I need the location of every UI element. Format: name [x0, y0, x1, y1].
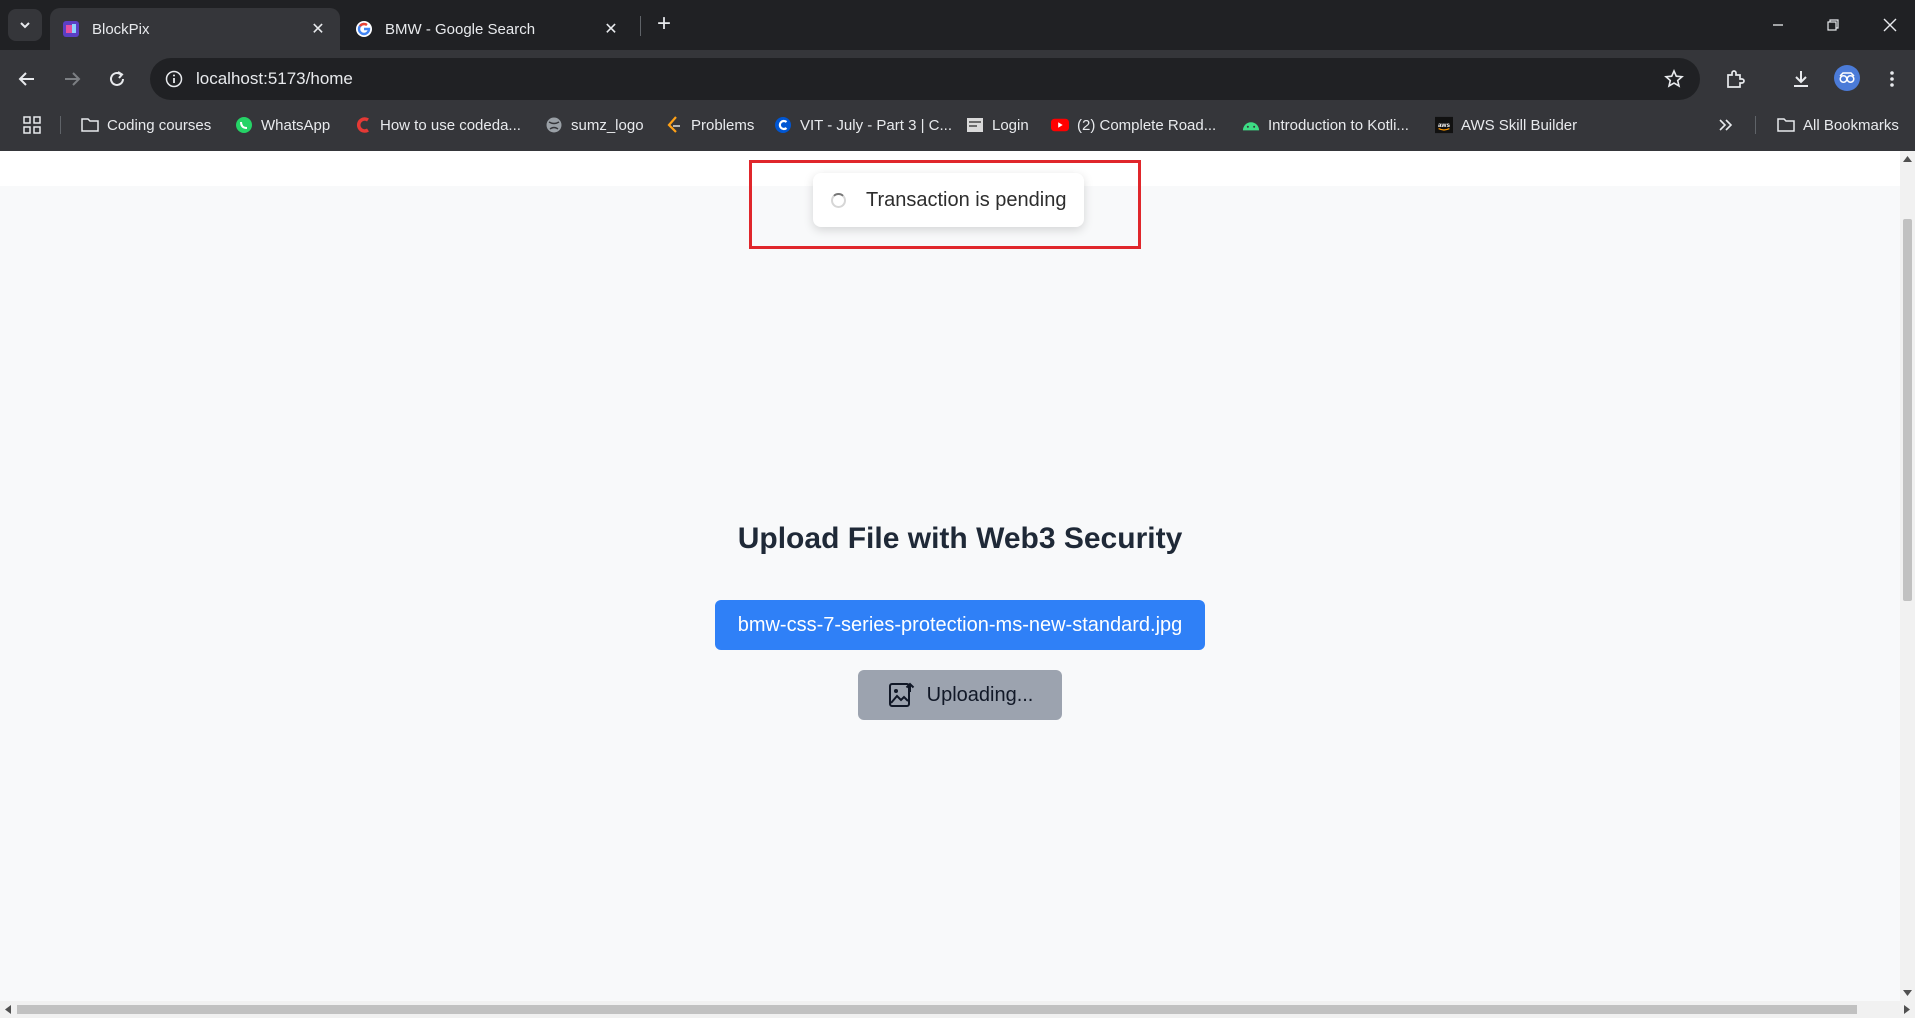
chevron-down-icon: [20, 22, 30, 29]
bookmark-coding-courses[interactable]: Coding courses: [81, 108, 211, 142]
tab-title: BMW - Google Search: [385, 20, 536, 38]
bookmark-login[interactable]: Login: [966, 108, 1029, 142]
bookmark-complete-roadmap[interactable]: (2) Complete Road...: [1051, 108, 1216, 142]
bookmark-codedamn[interactable]: How to use codeda...: [354, 108, 521, 142]
bookmark-label: AWS Skill Builder: [1461, 116, 1578, 134]
whatsapp-icon: [235, 116, 253, 134]
bookmarks-overflow-chevron-icon[interactable]: [1718, 108, 1734, 142]
scroll-right-arrow-icon[interactable]: [1903, 1005, 1911, 1014]
google-icon: [356, 21, 372, 37]
folder-icon: [81, 116, 99, 134]
new-tab-plus-icon[interactable]: +: [651, 12, 677, 38]
bookmark-label: How to use codeda...: [380, 116, 521, 134]
bookmark-label: (2) Complete Road...: [1077, 116, 1217, 134]
tab-blockpix[interactable]: BlockPix ✕: [50, 8, 340, 50]
upload-button-label: Uploading...: [926, 683, 1034, 706]
bookmark-label: VIT - July - Part 3 | C...: [800, 116, 952, 134]
apps-grid-icon[interactable]: [22, 108, 42, 142]
forward-arrow-icon[interactable]: [55, 62, 89, 96]
bookmark-vit-coursera[interactable]: VIT - July - Part 3 | C...: [774, 108, 952, 142]
coursera-icon: [774, 116, 792, 134]
profile-avatar-icon[interactable]: [1834, 65, 1860, 91]
toast-message: Transaction is pending: [866, 188, 1067, 211]
close-tab-icon[interactable]: ✕: [601, 19, 621, 39]
all-bookmarks[interactable]: All Bookmarks: [1777, 108, 1899, 142]
scroll-left-arrow-icon[interactable]: [4, 1005, 12, 1014]
address-bar[interactable]: localhost:5173/home: [150, 58, 1700, 100]
bookmark-star-icon[interactable]: [1662, 67, 1686, 91]
scroll-down-arrow-icon[interactable]: [1903, 989, 1912, 997]
bookmark-sumz-logo[interactable]: sumz_logo: [545, 108, 644, 142]
horizontal-scroll-thumb[interactable]: [17, 1005, 1857, 1014]
bookmark-problems[interactable]: Problems: [665, 108, 754, 142]
upload-button[interactable]: Uploading...: [858, 670, 1062, 720]
bookmark-label: Problems: [691, 116, 755, 134]
login-page-icon: [966, 116, 984, 134]
bookmarks-bar: Coding courses WhatsApp How to use coded…: [0, 108, 1915, 151]
vertical-scrollbar[interactable]: [1900, 151, 1915, 1001]
globe-icon: [545, 116, 563, 134]
transaction-pending-toast: Transaction is pending: [813, 173, 1084, 227]
android-icon: [1242, 116, 1260, 134]
page-content: [0, 151, 1900, 1001]
loading-spinner-icon: [831, 192, 846, 208]
close-tab-icon[interactable]: ✕: [308, 19, 328, 39]
tab-search-button[interactable]: [8, 9, 42, 41]
bookmark-aws-skill-builder[interactable]: aws AWS Skill Builder: [1435, 108, 1577, 142]
close-window-icon[interactable]: [1872, 10, 1908, 40]
bookmark-separator: [1755, 116, 1756, 134]
download-icon[interactable]: [1784, 62, 1818, 96]
image-upload-icon: [888, 682, 914, 707]
bookmark-label: Login: [992, 116, 1029, 134]
aws-icon: aws: [1435, 116, 1453, 134]
bookmark-label: Introduction to Kotli...: [1268, 116, 1409, 134]
back-arrow-icon[interactable]: [10, 62, 44, 96]
bookmark-kotlin-intro[interactable]: Introduction to Kotli...: [1242, 108, 1409, 142]
folder-icon: [1777, 116, 1795, 134]
bookmark-label: Coding courses: [107, 116, 212, 134]
bookmark-separator: [60, 116, 61, 134]
tab-bmw-google-search[interactable]: BMW - Google Search ✕: [343, 8, 633, 50]
upload-title: Upload File with Web3 Security: [737, 522, 1183, 555]
bookmark-label: sumz_logo: [571, 116, 644, 134]
scroll-up-arrow-icon[interactable]: [1903, 155, 1912, 163]
vertical-scroll-thumb[interactable]: [1903, 219, 1912, 601]
choose-file-button[interactable]: bmw-css-7-series-protection-ms-new-stand…: [715, 600, 1205, 650]
reload-icon[interactable]: [100, 62, 134, 96]
tab-separator: [640, 16, 641, 36]
restore-icon[interactable]: [1815, 10, 1851, 40]
minimize-icon[interactable]: [1760, 10, 1796, 40]
youtube-icon: [1051, 116, 1069, 134]
horizontal-scrollbar[interactable]: [0, 1001, 1915, 1018]
blockpix-icon: [63, 21, 79, 37]
more-menu-icon[interactable]: [1875, 62, 1909, 96]
browser-toolbar: localhost:5173/home: [0, 50, 1915, 108]
extensions-puzzle-icon[interactable]: [1718, 62, 1752, 96]
svg-text:aws: aws: [1438, 122, 1450, 129]
site-info-icon[interactable]: [162, 67, 186, 91]
all-bookmarks-label: All Bookmarks: [1803, 116, 1899, 134]
bookmark-whatsapp[interactable]: WhatsApp: [235, 108, 330, 142]
tab-title: BlockPix: [92, 20, 150, 38]
tab-strip: BlockPix ✕ BMW - Google Search ✕ +: [0, 0, 1915, 50]
codedamn-icon: [354, 116, 372, 134]
leetcode-icon: [665, 116, 683, 134]
bookmark-label: WhatsApp: [261, 116, 331, 134]
url-text[interactable]: localhost:5173/home: [196, 69, 353, 89]
selected-file-name: bmw-css-7-series-protection-ms-new-stand…: [737, 613, 1183, 636]
